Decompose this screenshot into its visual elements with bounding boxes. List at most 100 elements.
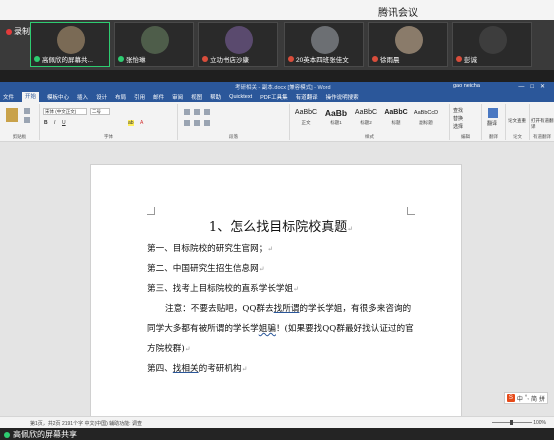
participant-name: 彭诚 xyxy=(464,57,477,64)
tab-help[interactable]: 帮助 xyxy=(210,93,221,101)
word-window: 考研相关 - 副本.docx [兼容模式] - Word gao neicha … xyxy=(0,82,554,428)
tell-me-search[interactable]: 操作说明搜索 xyxy=(326,93,359,101)
translate-button[interactable]: 翻译 xyxy=(487,120,497,127)
ime-simplified[interactable]: 简 xyxy=(531,394,537,403)
meeting-title-bar: 腾讯会议 xyxy=(0,0,554,20)
font-name-select[interactable]: 宋体 (中文正文) xyxy=(43,108,87,115)
avatar xyxy=(395,26,423,54)
zoom-level[interactable]: 100% xyxy=(533,420,546,426)
participant-tile[interactable]: 20英本四班张佳文 xyxy=(284,22,364,67)
group-thesis: 论文查重 论文 xyxy=(506,104,530,140)
style-normal[interactable]: AaBbC 正文 xyxy=(293,106,319,132)
avatar xyxy=(311,26,339,54)
ime-punct[interactable]: °, xyxy=(525,395,529,401)
user-name[interactable]: gao neicha xyxy=(453,83,480,89)
ime-mode[interactable]: 中 xyxy=(517,394,523,403)
group-label: 样式 xyxy=(365,134,374,139)
find-button[interactable]: 查找 xyxy=(453,107,463,114)
tab-home[interactable]: 开始 xyxy=(22,92,40,102)
translate-icon[interactable] xyxy=(488,108,498,118)
participant-tile[interactable]: 张怡琳 xyxy=(114,22,194,67)
group-font: 宋体 (中文正文) 二号 B I U A ab 字体 xyxy=(40,104,178,140)
mic-on-icon xyxy=(118,56,124,62)
align-left-icon[interactable] xyxy=(184,120,190,126)
zoom-slider[interactable] xyxy=(492,420,532,425)
highlight-button[interactable]: ab xyxy=(128,120,134,126)
tab-view[interactable]: 视图 xyxy=(191,93,202,101)
paragraph-mark: ↵ xyxy=(347,225,354,233)
copy-icon[interactable] xyxy=(24,117,30,123)
tab-pdf-tools[interactable]: PDF工具集 xyxy=(260,93,288,101)
participant-name: 立功书店沙康 xyxy=(210,57,249,64)
participant-tile[interactable]: 彭诚 xyxy=(452,22,532,67)
select-button[interactable]: 选择 xyxy=(453,123,463,130)
mic-on-icon xyxy=(4,431,10,438)
tab-file[interactable]: 文件 xyxy=(3,93,14,101)
participant-name: 徐雨晨 xyxy=(380,57,400,64)
participant-tile[interactable]: 徐雨晨 xyxy=(368,22,448,67)
align-center-icon[interactable] xyxy=(194,120,200,126)
underline-button[interactable]: U xyxy=(62,120,66,126)
font-size-select[interactable]: 二号 xyxy=(90,108,110,115)
mic-muted-icon xyxy=(288,56,294,62)
doc-line[interactable]: 第二、中国研究生招生信息网↵ xyxy=(147,259,415,279)
doc-note-paragraph[interactable]: 注意：不要去贴吧，QQ群去找所谓的学长学姐，有很多来咨询的同学大多都有被所谓的学… xyxy=(147,299,415,359)
ribbon-home: 剪贴板 宋体 (中文正文) 二号 B I U A ab 字体 段落 样式 AaB… xyxy=(0,102,554,142)
participant-tile[interactable]: 立功书店沙康 xyxy=(198,22,278,67)
avatar xyxy=(57,26,85,54)
zoom-thumb[interactable] xyxy=(510,420,513,425)
tab-youdao[interactable]: 有道翻译 xyxy=(296,93,318,101)
doc-line[interactable]: 第三、找考上目标院校的直系学长学姐↵ xyxy=(147,279,415,299)
multilevel-list-icon[interactable] xyxy=(204,109,210,115)
italic-button[interactable]: I xyxy=(54,120,55,126)
group-label: 段落 xyxy=(229,134,238,139)
tab-templates[interactable]: 模板中心 xyxy=(47,93,69,101)
align-right-icon[interactable] xyxy=(204,120,210,126)
styles-gallery: AaBbC 正文 AaBb 标题1 AaBbC 标题2 AaBbC 标题 AaBbCcD… xyxy=(293,106,439,132)
tab-review[interactable]: 审阅 xyxy=(172,93,183,101)
document-body[interactable]: 1、怎么找目标院校真题↵ 第一、目标院校的研究生官网；↵ 第二、中国研究生招生信… xyxy=(147,213,415,379)
doc-heading[interactable]: 1、怎么找目标院校真题↵ xyxy=(147,217,415,239)
status-bar: 第1页，共2页 2191个字 中文(中国) 辅助功能: 调查 100% xyxy=(0,416,554,428)
participant-name: 高佩欣的屏幕共... xyxy=(42,57,93,64)
tab-design[interactable]: 设计 xyxy=(96,93,107,101)
style-heading2[interactable]: AaBbC 标题2 xyxy=(353,106,379,132)
style-subtitle[interactable]: AaBbCcD 副标题 xyxy=(413,106,439,132)
numbering-icon[interactable] xyxy=(194,109,200,115)
bullets-icon[interactable] xyxy=(184,109,190,115)
tab-mailings[interactable]: 邮件 xyxy=(153,93,164,101)
paste-icon[interactable] xyxy=(6,108,18,122)
group-youdao: 打开有道翻译 有道翻译 xyxy=(530,104,554,140)
doc-line[interactable]: 第一、目标院校的研究生官网；↵ xyxy=(147,239,415,259)
tab-quicktext[interactable]: Quicktext xyxy=(229,94,252,100)
group-translate: 翻译 翻译 xyxy=(482,104,506,140)
record-dot-icon xyxy=(6,28,12,35)
participant-name: 20英本四班张佳文 xyxy=(296,57,349,64)
font-color-button[interactable]: A xyxy=(140,120,143,126)
tab-references[interactable]: 引用 xyxy=(134,93,145,101)
sogou-ime-icon[interactable]: S xyxy=(506,394,515,402)
style-heading1[interactable]: AaBb 标题1 xyxy=(323,106,349,132)
window-controls[interactable]: —□✕ xyxy=(518,83,551,90)
screen-share-label: 高佩欣的屏幕共享 xyxy=(13,430,77,439)
document-canvas[interactable]: 1、怎么找目标院校真题↵ 第一、目标院校的研究生官网；↵ 第二、中国研究生招生信… xyxy=(0,142,554,416)
ime-toolbar[interactable]: S 中 °, 简 拼 xyxy=(503,392,548,404)
replace-button[interactable]: 替换 xyxy=(453,115,463,122)
cut-icon[interactable] xyxy=(24,108,30,114)
document-page[interactable]: 1、怎么找目标院校真题↵ 第一、目标院校的研究生官网；↵ 第二、中国研究生招生信… xyxy=(90,164,462,416)
tab-insert[interactable]: 插入 xyxy=(77,93,88,101)
open-youdao-button[interactable]: 打开有道翻译 xyxy=(531,118,554,130)
thesis-check-button[interactable]: 论文查重 xyxy=(508,118,526,124)
ime-pinyin[interactable]: 拼 xyxy=(539,394,545,403)
style-title[interactable]: AaBbC 标题 xyxy=(383,106,409,132)
doc-line[interactable]: 第四、找相关的考研机构↵ xyxy=(147,359,415,379)
participant-tile[interactable]: 高佩欣的屏幕共... xyxy=(30,22,110,67)
meeting-app-title: 腾讯会议 xyxy=(378,8,418,19)
avatar xyxy=(225,26,253,54)
group-label: 编辑 xyxy=(461,134,470,139)
bold-button[interactable]: B xyxy=(44,120,48,126)
group-label: 论文 xyxy=(513,134,522,139)
paragraph-mark: ↵ xyxy=(267,245,274,253)
tab-layout[interactable]: 布局 xyxy=(115,93,126,101)
group-clipboard: 剪贴板 xyxy=(0,104,40,140)
